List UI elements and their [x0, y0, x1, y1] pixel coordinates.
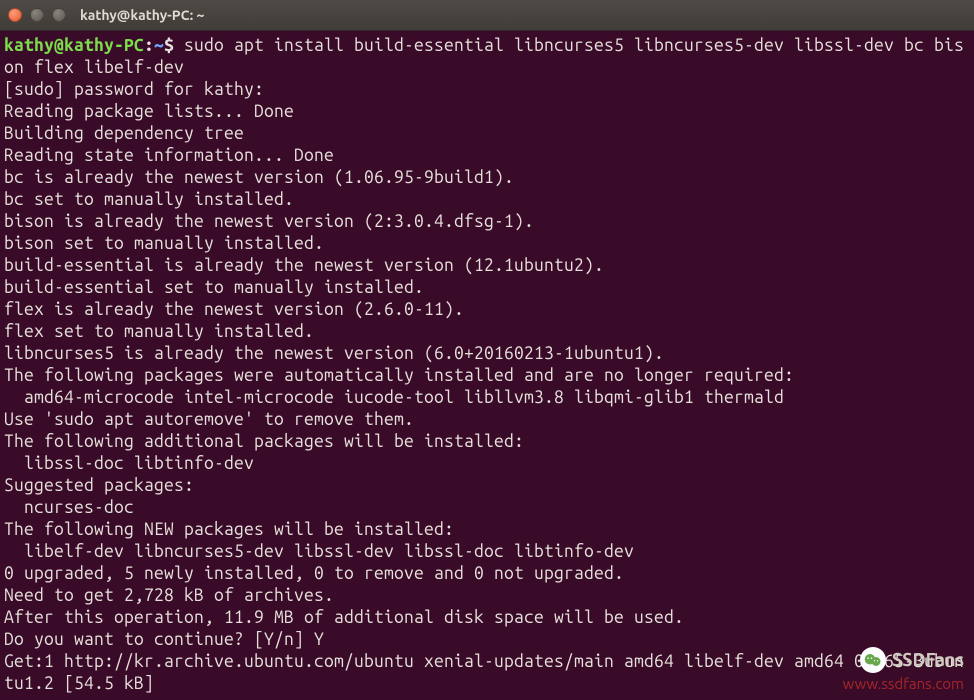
prompt-dollar: $ — [164, 36, 174, 55]
prompt-user: kathy — [4, 36, 54, 55]
terminal-window: kathy@kathy-PC: ~ kathy@kathy-PC:~$ sudo… — [0, 0, 974, 700]
terminal-content[interactable]: kathy@kathy-PC:~$ sudo apt install build… — [4, 35, 970, 695]
prompt-at: @ — [54, 36, 64, 55]
window-title: kathy@kathy-PC: ~ — [80, 7, 204, 23]
window-buttons — [8, 8, 66, 22]
output-lines: [sudo] password for kathy: Reading packa… — [4, 80, 964, 693]
terminal-body[interactable]: kathy@kathy-PC:~$ sudo apt install build… — [0, 31, 974, 700]
maximize-button[interactable] — [52, 8, 66, 22]
prompt-path: ~ — [154, 36, 164, 55]
title-bar: kathy@kathy-PC: ~ — [0, 0, 974, 31]
prompt-colon: : — [144, 36, 154, 55]
prompt-host: kathy-PC — [64, 36, 144, 55]
close-button[interactable] — [8, 8, 22, 22]
minimize-button[interactable] — [30, 8, 44, 22]
